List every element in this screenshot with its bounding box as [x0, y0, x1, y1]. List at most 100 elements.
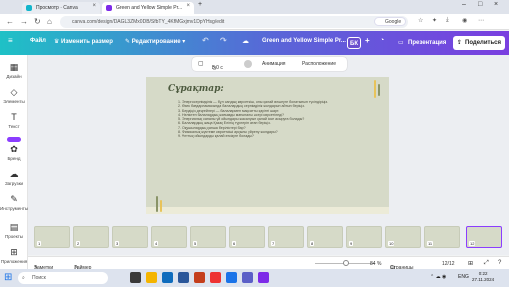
present-label: Презентация [408, 40, 447, 46]
google-account-chip[interactable]: Google [374, 17, 407, 26]
page-thumbnail[interactable]: 10 [385, 226, 421, 248]
page-thumbnail[interactable]: 5 [190, 226, 226, 248]
add-collaborator-icon[interactable]: + [365, 36, 370, 45]
sidebar-item-tools[interactable]: ✎ Инструменты [0, 195, 28, 212]
page-thumbnail[interactable]: 4 [151, 226, 187, 248]
chevron-down-icon: ▾ [180, 39, 186, 45]
browser-tab-1[interactable]: Просмотр · Canva × [22, 2, 100, 14]
sidebar-item-apps[interactable]: ⊞ Приложения [0, 248, 28, 265]
close-window-icon[interactable]: × [494, 1, 498, 8]
page-thumbnail[interactable]: 9 [346, 226, 382, 248]
page-number: 4 [154, 241, 159, 246]
forward-icon[interactable]: → [20, 17, 28, 26]
page-number: 7 [271, 241, 276, 246]
app-icon[interactable] [210, 272, 221, 283]
page-thumbnail[interactable]: 11 [424, 226, 460, 248]
slide-question-list[interactable]: 1. Энергосерпімділік — бұл сандық көрсет… [178, 100, 368, 139]
sidebar-item-label: Бренд [7, 156, 21, 161]
sidebar-item-text[interactable]: T Текст [0, 113, 28, 130]
duration-label: 5,0 с [212, 65, 223, 71]
undo-icon[interactable]: ↶ [202, 36, 209, 45]
position-button[interactable]: Расположение [302, 61, 336, 67]
word-icon[interactable] [178, 272, 189, 283]
page-number: 5 [193, 241, 198, 246]
taskbar-search-input[interactable]: ⌕ Поиск [18, 272, 108, 284]
sidebar-item-projects[interactable]: ▤ Проекты [0, 223, 28, 240]
cloud-save-icon[interactable]: ☁ [242, 37, 249, 45]
sidebar-item-brand[interactable]: ✿ Бренд [0, 145, 28, 162]
minimize-icon[interactable]: – [462, 1, 466, 8]
uploads-icon: ☁ [9, 169, 19, 179]
chrome-icon[interactable] [226, 272, 237, 283]
pencil-decoration [378, 84, 380, 96]
back-icon[interactable]: ← [6, 17, 14, 26]
close-tab-icon[interactable]: × [92, 3, 96, 9]
close-tab-icon[interactable]: × [186, 3, 190, 9]
fullscreen-icon[interactable]: ⤢ [484, 260, 489, 267]
language-indicator[interactable]: ENG [458, 274, 469, 280]
downloads-icon[interactable]: ⤓ [446, 17, 449, 24]
address-bar: ← → ↻ ⌂ canva.com/design/DAGL3ZMx0DB/Sfb… [0, 14, 509, 30]
windows-start-icon[interactable]: ⊞ [4, 272, 12, 283]
page-thumbnail-active[interactable]: 12 [466, 226, 502, 248]
present-button[interactable]: ▭ Презентация [398, 37, 446, 49]
browser-menu-icon[interactable]: ⋯ [478, 17, 484, 24]
slide-canvas[interactable] [146, 77, 389, 214]
page-thumbnail[interactable]: 2 [73, 226, 109, 248]
page-thumbnail[interactable]: 1 [34, 226, 70, 248]
slide-title[interactable]: Сұрақтар: [168, 84, 224, 94]
resize-label: Изменить размер [61, 39, 113, 45]
menu-icon[interactable]: ≡ [8, 36, 13, 45]
avatar[interactable]: БК [347, 37, 361, 49]
new-tab-icon[interactable]: + [198, 1, 202, 8]
help-icon[interactable]: ? [498, 260, 501, 266]
redo-icon[interactable]: ↷ [220, 36, 227, 45]
teams-icon[interactable] [242, 272, 253, 283]
page-thumbnail[interactable]: 6 [229, 226, 265, 248]
sidebar-item-design[interactable]: ▦ Дизайн [0, 63, 28, 80]
home-icon[interactable]: ⌂ [47, 17, 52, 26]
resize-button[interactable]: ♛ Изменить размер [54, 38, 113, 45]
file-menu[interactable]: Файл [30, 38, 46, 44]
page-count[interactable]: 12/12 [442, 261, 455, 267]
system-clock[interactable]: 0:22 27.11.2024 [472, 271, 494, 283]
canva-favicon-icon [26, 5, 32, 11]
color-swatch[interactable] [244, 60, 252, 68]
analytics-icon[interactable]: ◔ [380, 37, 384, 44]
sidebar-item-label: Приложения [0, 259, 28, 264]
canva-favicon-icon [106, 5, 112, 11]
zoom-slider-handle[interactable] [343, 260, 349, 266]
powerpoint-icon[interactable] [194, 272, 205, 283]
animation-button[interactable]: Анимация [262, 61, 285, 67]
zoom-level[interactable]: 84 % [370, 261, 381, 267]
page-thumbnail[interactable]: 7 [268, 226, 304, 248]
reload-icon[interactable]: ↻ [34, 17, 41, 26]
bookmark-icon[interactable]: ☆ [418, 17, 423, 24]
editor-header: ≡ Файл ♛ Изменить размер ✎ Редактировани… [0, 31, 509, 55]
maximize-icon[interactable]: □ [478, 1, 482, 8]
task-view-icon[interactable] [130, 272, 141, 283]
search-icon: ⌕ [22, 275, 25, 281]
page-thumbnail[interactable]: 3 [112, 226, 148, 248]
profile-icon[interactable]: ◉ [462, 17, 467, 24]
tray-icons[interactable]: ⌃ ☁ ◉ [430, 274, 446, 280]
design-title[interactable]: Green and Yellow Simple Pr... [262, 38, 346, 44]
editing-mode-dropdown[interactable]: ✎ Редактирование ▾ [125, 38, 185, 45]
sidebar-item-label: Проекты [4, 234, 24, 239]
share-button[interactable]: ⇪ Поделиться [453, 36, 505, 50]
grid-view-icon[interactable]: ⊞ [468, 260, 473, 267]
file-explorer-icon[interactable] [146, 272, 157, 283]
sidebar-item-label: Загрузки [4, 181, 24, 186]
canva-app-icon[interactable] [258, 272, 269, 283]
question-item: 9. Ұлттық ойындарды қалай өткізуге болад… [178, 134, 254, 139]
notes-icon[interactable]: ▢ [198, 60, 204, 67]
edge-icon[interactable] [162, 272, 173, 283]
pencil-decoration [156, 196, 158, 212]
resize-icon: ♛ [54, 39, 62, 45]
page-thumbnail[interactable]: 8 [307, 226, 343, 248]
extensions-icon[interactable]: ✦ [432, 17, 437, 24]
url-input[interactable]: canva.com/design/DAGL3ZMx0DB/SfbTY_4KfMG… [60, 16, 408, 28]
sidebar-item-elements[interactable]: ◇ Элементы [0, 88, 28, 105]
sidebar-item-uploads[interactable]: ☁ Загрузки [0, 169, 28, 187]
browser-tab-2[interactable]: Green and Yellow Simple Pr... × [102, 2, 194, 14]
